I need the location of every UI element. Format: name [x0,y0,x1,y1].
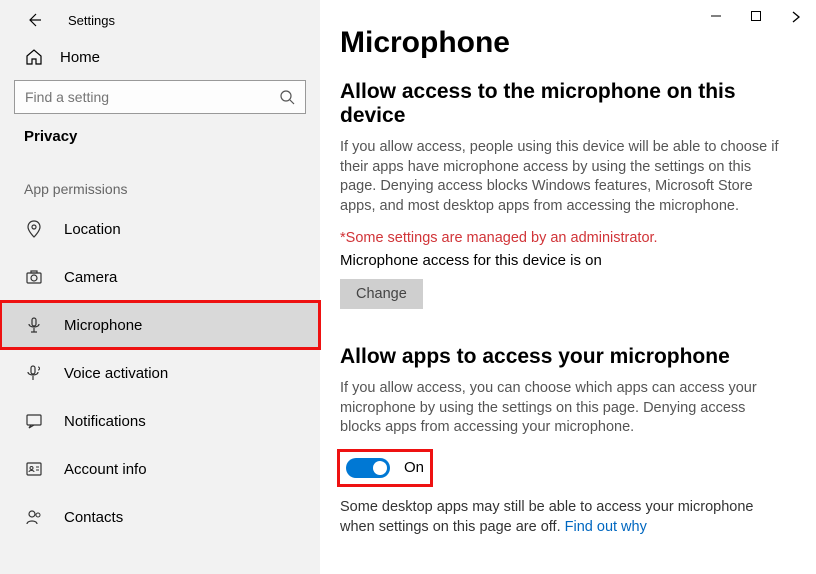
section-heading-device-access: Allow access to the microphone on this d… [340,80,786,128]
toggle-knob [373,461,387,475]
maximize-icon[interactable] [750,10,762,24]
sidebar-item-account-info[interactable]: Account info [0,445,320,493]
sidebar-item-location[interactable]: Location [0,205,320,253]
sidebar-item-contacts[interactable]: Contacts [0,493,320,541]
sidebar-item-label: Notifications [64,413,146,430]
contacts-icon [24,508,44,526]
back-icon[interactable] [24,12,44,28]
notifications-icon [24,412,44,430]
sidebar-item-label: Voice activation [64,365,168,382]
nav-home[interactable]: Home [0,38,320,80]
change-button[interactable]: Change [340,279,423,309]
section-heading-app-access: Allow apps to access your microphone [340,345,786,369]
expand-icon[interactable] [790,10,802,24]
nav-home-label: Home [60,49,100,66]
sidebar-item-label: Account info [64,461,147,478]
window-controls [710,10,802,24]
section-description: If you allow access, you can choose whic… [340,379,780,438]
titlebar: Settings [0,0,320,38]
sidebar-item-voice-activation[interactable]: Voice activation [0,349,320,397]
admin-note: *Some settings are managed by an adminis… [340,230,786,246]
sidebar-item-label: Microphone [64,317,142,334]
sidebar-item-label: Camera [64,269,117,286]
location-icon [24,220,44,238]
category-label: Privacy [0,128,320,163]
account-info-icon [24,460,44,478]
page-title: Microphone [340,26,786,60]
sidebar-item-label: Contacts [64,509,123,526]
group-label: App permissions [0,163,320,205]
sidebar-item-label: Location [64,221,121,238]
home-icon [24,48,44,66]
minimize-icon[interactable] [710,10,722,24]
search-container [0,80,320,128]
search-input[interactable] [14,80,306,114]
toggle-label: On [404,459,424,476]
sidebar-item-notifications[interactable]: Notifications [0,397,320,445]
section-description: If you allow access, people using this d… [340,138,780,216]
microphone-icon [24,316,44,334]
search-icon [279,89,295,105]
window-title: Settings [68,13,115,28]
sidebar-item-camera[interactable]: Camera [0,253,320,301]
device-access-status: Microphone access for this device is on [340,252,786,269]
find-out-why-link[interactable]: Find out why [565,519,647,535]
camera-icon [24,268,44,286]
content-pane: Microphone Allow access to the microphon… [320,0,816,574]
search-field[interactable] [25,89,279,105]
sidebar-item-microphone[interactable]: Microphone [0,301,320,349]
app-access-toggle[interactable] [346,458,390,478]
app-access-toggle-row: On [340,452,430,484]
footer-note: Some desktop apps may still be able to a… [340,498,780,537]
voice-activation-icon [24,364,44,382]
sidebar: Settings Home Privacy App permissions Lo… [0,0,320,574]
